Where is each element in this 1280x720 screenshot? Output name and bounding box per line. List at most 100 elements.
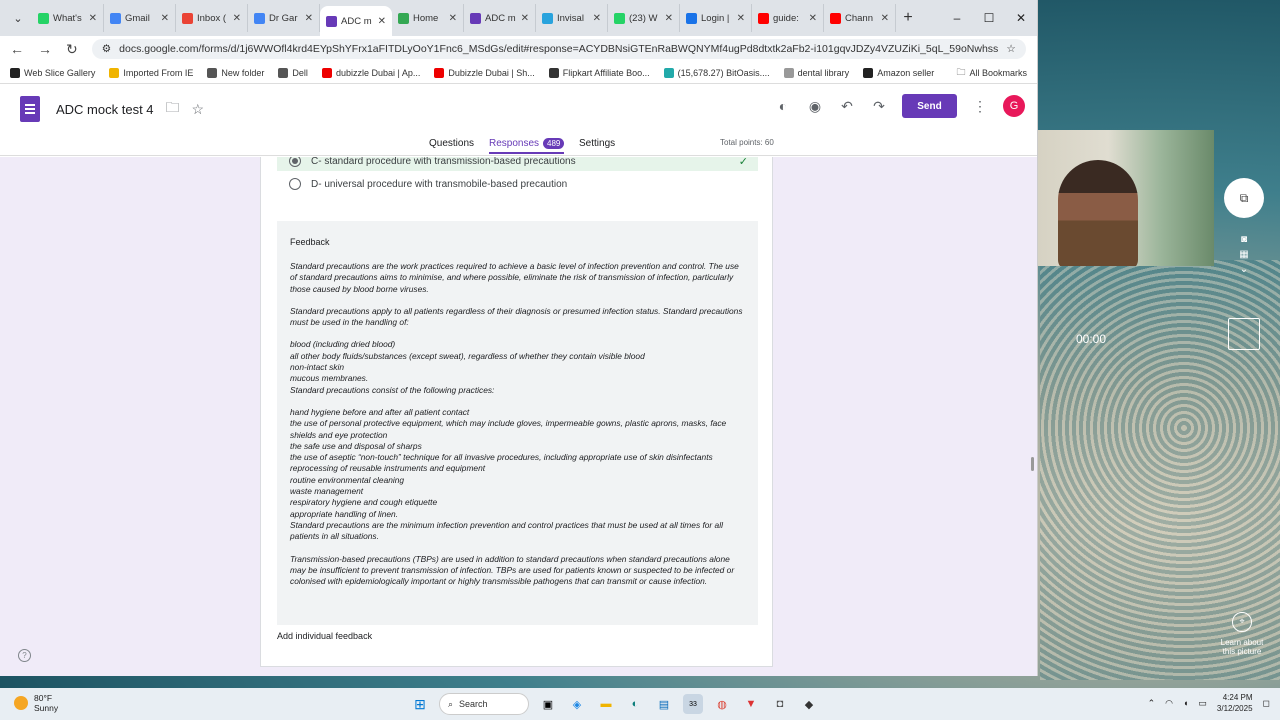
address-bar[interactable]: ⚙ docs.google.com/forms/d/1j6WWOfl4krd4E… xyxy=(91,39,1026,59)
edge-icon[interactable]: ◐ xyxy=(625,694,645,714)
camera-icon[interactable]: ◙ xyxy=(1237,232,1251,247)
avatar[interactable]: G xyxy=(1003,95,1025,117)
tab-close-icon[interactable]: ✕ xyxy=(593,13,601,24)
maximize-icon[interactable]: ☐ xyxy=(973,0,1005,36)
help-icon[interactable]: ? xyxy=(18,649,31,662)
folder-icon: 🗀 xyxy=(956,66,966,77)
tab-close-icon[interactable]: ✕ xyxy=(161,13,169,24)
file-explorer-icon[interactable]: ▬ xyxy=(596,694,616,714)
bookmark-item[interactable]: Amazon seller xyxy=(863,67,934,78)
tab-questions[interactable]: Questions xyxy=(429,138,474,149)
pip-open-icon[interactable]: ⧉ xyxy=(1224,178,1264,218)
weather-widget[interactable]: 80°F Sunny xyxy=(14,693,58,713)
tab-settings[interactable]: Settings xyxy=(579,138,615,149)
bookmark-item[interactable]: Dubizzle Dubai | Sh... xyxy=(434,67,535,78)
scrollbar[interactable] xyxy=(1031,457,1034,471)
feedback-paragraph-2: Standard precautions apply to all patien… xyxy=(290,305,743,328)
tab-close-icon[interactable]: ✕ xyxy=(378,16,386,27)
send-button[interactable]: Send xyxy=(902,94,957,118)
undo-icon[interactable]: ↶ xyxy=(838,98,856,115)
tab-close-icon[interactable]: ✕ xyxy=(521,13,529,24)
bookmark-item[interactable]: Flipkart Affiliate Boo... xyxy=(548,67,650,78)
form-title[interactable]: ADC mock test 4 xyxy=(56,102,154,117)
radio-empty-icon xyxy=(289,178,301,190)
store-icon[interactable]: ▤ xyxy=(654,694,674,714)
bookmark-item[interactable]: dubizzle Dubai | Ap... xyxy=(321,67,420,78)
notification-icon[interactable]: ◻ xyxy=(1263,698,1270,709)
tab-close-icon[interactable]: ✕ xyxy=(305,13,313,24)
task-view-icon[interactable]: ▣ xyxy=(538,694,558,714)
camera-app-icon[interactable]: ◘ xyxy=(770,694,790,714)
answer-option-d[interactable]: D- universal procedure with transmobile-… xyxy=(289,178,567,190)
volume-icon[interactable]: ◖ xyxy=(1183,698,1188,708)
browser-tab[interactable]: What's ✕ xyxy=(32,4,104,32)
tab-title: ADC m xyxy=(485,12,516,24)
app-icon[interactable]: ◆ xyxy=(799,694,819,714)
redo-icon[interactable]: ↷ xyxy=(870,98,888,115)
browser-tab[interactable]: Invisal ✕ xyxy=(536,4,608,32)
taskbar-search[interactable]: ⌕ Search xyxy=(439,693,529,715)
tab-close-icon[interactable]: ✕ xyxy=(89,13,97,24)
answer-option-c[interactable]: C- standard procedure with transmission-… xyxy=(277,157,758,171)
new-tab-button[interactable]: + xyxy=(896,9,920,27)
bookmark-item[interactable]: Web Slice Gallery xyxy=(10,67,95,78)
chevron-up-icon[interactable]: ⌃ xyxy=(1148,698,1156,709)
reload-icon[interactable]: ↻ xyxy=(66,41,78,58)
tab-search-icon[interactable]: ⌄ xyxy=(8,8,28,28)
tab-close-icon[interactable]: ✕ xyxy=(665,13,673,24)
tab-close-icon[interactable]: ✕ xyxy=(449,13,457,24)
battery-icon[interactable]: ▭ xyxy=(1198,698,1207,709)
browser-tab[interactable]: Gmail ✕ xyxy=(104,4,176,32)
add-individual-feedback-link[interactable]: Add individual feedback xyxy=(277,631,372,641)
browser-tab[interactable]: (23) W ✕ xyxy=(608,4,680,32)
tab-close-icon[interactable]: ✕ xyxy=(809,13,817,24)
star-icon[interactable]: ☆ xyxy=(192,101,205,118)
copilot-icon[interactable]: ◈ xyxy=(567,694,587,714)
stop-square-button[interactable] xyxy=(1228,318,1260,350)
more-icon[interactable]: ⋮ xyxy=(971,98,989,115)
windows-start-icon[interactable]: ⊞ xyxy=(410,694,430,714)
browser-tab[interactable]: Login | ✕ xyxy=(680,4,752,32)
wifi-icon[interactable]: ◠ xyxy=(1165,698,1173,709)
browser-tab[interactable]: Chann ✕ xyxy=(824,4,896,32)
bookmark-icon xyxy=(10,67,20,78)
chevron-down-icon[interactable]: ⌄ xyxy=(1237,262,1251,277)
feedback-list-item: the use of personal protective equipment… xyxy=(290,418,727,440)
forward-icon[interactable]: → xyxy=(38,41,52,57)
browser-tab[interactable]: Dr Gar ✕ xyxy=(248,4,320,32)
site-info-icon[interactable]: ⚙ xyxy=(102,43,111,55)
browser-window: ⌄ What's ✕ Gmail ✕ Inbox (✕ Dr Gar ✕ ADC m ✕ Home… xyxy=(0,0,1038,676)
teams-icon[interactable]: 33 xyxy=(683,694,703,714)
tab-close-icon[interactable]: ✕ xyxy=(737,13,745,24)
bookmark-item[interactable]: dental library xyxy=(783,67,849,78)
bookmark-item[interactable]: Dell xyxy=(278,67,308,78)
sun-icon xyxy=(14,696,28,710)
bookmark-item[interactable]: New folder xyxy=(207,67,264,78)
all-bookmarks[interactable]: 🗀 All Bookmarks xyxy=(956,65,1027,81)
close-window-icon[interactable]: ✕ xyxy=(1005,0,1037,36)
learn-about-picture[interactable]: ⌖ Learn about this picture xyxy=(1216,612,1268,656)
bookmark-item[interactable]: (15,678.27) BitOasis.... xyxy=(663,67,770,78)
preview-eye-icon[interactable]: ◉ xyxy=(806,98,824,115)
url-text[interactable]: docs.google.com/forms/d/1j6WWOfl4krd4EYp… xyxy=(119,43,998,55)
chrome-icon[interactable]: ◍ xyxy=(712,694,732,714)
brave-icon[interactable]: ▼ xyxy=(741,694,761,714)
google-forms-icon[interactable] xyxy=(20,96,40,122)
tab-close-icon[interactable]: ✕ xyxy=(881,13,889,24)
tab-responses[interactable]: Responses 489 xyxy=(489,138,565,154)
browser-tab[interactable]: ADC m ✕ xyxy=(464,4,536,32)
clock[interactable]: 4:24 PM 3/12/2025 xyxy=(1217,692,1253,714)
tab-close-icon[interactable]: ✕ xyxy=(233,13,241,24)
bookmark-star-icon[interactable]: ☆ xyxy=(1006,43,1015,55)
bookmark-icon xyxy=(321,67,332,78)
minimize-icon[interactable]: – xyxy=(941,0,973,36)
bookmark-item[interactable]: Imported From IE xyxy=(109,67,193,78)
browser-tab[interactable]: ADC m ✕ xyxy=(320,6,392,36)
browser-tab[interactable]: Inbox (✕ xyxy=(176,4,248,32)
browser-tab[interactable]: guide: ✕ xyxy=(752,4,824,32)
folder-icon[interactable]: 🗀 xyxy=(166,97,180,121)
back-icon[interactable]: ← xyxy=(10,41,24,57)
palette-icon[interactable]: ◐ xyxy=(774,98,792,114)
grid-icon[interactable]: ▦ xyxy=(1237,247,1251,262)
browser-tab[interactable]: Home ✕ xyxy=(392,4,464,32)
